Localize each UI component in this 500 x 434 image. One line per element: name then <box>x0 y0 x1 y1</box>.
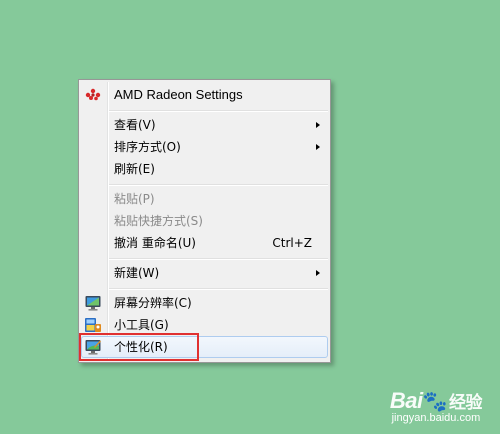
menu-item-sort-by[interactable]: 排序方式(O) <box>81 136 328 158</box>
monitor-icon <box>85 296 101 311</box>
menu-item-new[interactable]: 新建(W) <box>81 262 328 284</box>
watermark-brand-suffix: 经验 <box>449 393 483 413</box>
menu-item-view[interactable]: 查看(V) <box>81 114 328 136</box>
menu-item-label: 排序方式(O) <box>114 140 181 154</box>
personalize-icon <box>85 340 101 355</box>
menu-item-label: AMD Radeon Settings <box>114 87 243 102</box>
menu-item-paste: 粘贴(P) <box>81 188 328 210</box>
menu-item-label: 屏幕分辨率(C) <box>114 296 192 310</box>
menu-item-screen-resolution[interactable]: 屏幕分辨率(C) <box>81 292 328 314</box>
menu-separator <box>109 288 328 290</box>
watermark-brand: Bai <box>389 388 423 413</box>
menu-item-label: 粘贴快捷方式(S) <box>114 214 203 228</box>
menu-item-amd-radeon-settings[interactable]: AMD Radeon Settings <box>81 84 328 106</box>
submenu-arrow-icon <box>316 122 320 128</box>
watermark-logo: Bai🐾 经验 <box>389 388 483 414</box>
menu-item-paste-shortcut: 粘贴快捷方式(S) <box>81 210 328 232</box>
menu-item-gadgets[interactable]: 小工具(G) <box>81 314 328 336</box>
menu-separator <box>109 184 328 186</box>
menu-item-label: 小工具(G) <box>114 318 169 332</box>
menu-item-label: 刷新(E) <box>114 162 155 176</box>
context-menu: AMD Radeon Settings 查看(V) 排序方式(O) 刷新(E) … <box>78 79 331 363</box>
baidu-jingyan-watermark: Bai🐾 经验 jingyan.baidu.com <box>389 388 483 424</box>
gadgets-icon <box>85 318 101 332</box>
menu-item-label: 撤消 重命名(U) <box>114 236 196 250</box>
paw-icon: 🐾 <box>422 391 448 413</box>
menu-item-label: 个性化(R) <box>114 340 168 354</box>
menu-item-undo-rename[interactable]: 撤消 重命名(U) Ctrl+Z <box>81 232 328 254</box>
menu-item-label: 查看(V) <box>114 118 156 132</box>
amd-radeon-icon <box>85 88 101 101</box>
menu-item-shortcut: Ctrl+Z <box>272 236 312 250</box>
menu-separator <box>109 110 328 112</box>
menu-item-refresh[interactable]: 刷新(E) <box>81 158 328 180</box>
menu-item-label: 粘贴(P) <box>114 192 155 206</box>
submenu-arrow-icon <box>316 270 320 276</box>
menu-item-personalize[interactable]: 个性化(R) <box>81 336 328 358</box>
menu-item-label: 新建(W) <box>114 266 160 280</box>
menu-separator <box>109 258 328 260</box>
submenu-arrow-icon <box>316 144 320 150</box>
